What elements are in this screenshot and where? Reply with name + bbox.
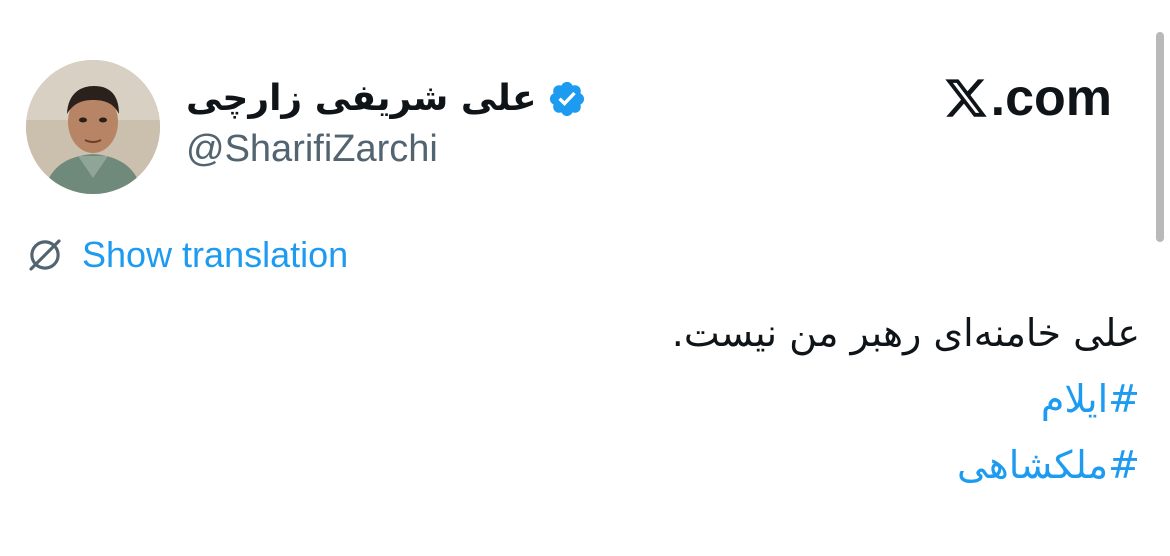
translate-icon [29,239,61,271]
display-name[interactable]: علی شریفی زارچی [186,81,537,117]
x-logo-icon [945,79,987,117]
author-name-row[interactable]: علی شریفی زارچی [186,70,587,128]
brand-watermark: .com [943,72,1112,124]
show-translation-button[interactable]: Show translation [24,234,348,276]
hashtag-link[interactable]: #ملکشاهی [672,432,1140,498]
hashtag-link[interactable]: #ایلام [672,366,1140,432]
scrollbar[interactable] [1156,32,1164,242]
author-handle[interactable]: @SharifiZarchi [186,130,438,168]
tweet-text: علی خامنه‌ای رهبر من نیست. [671,311,1140,355]
tweet-card: علی شریفی زارچی @SharifiZarchi .com Show… [0,0,1170,556]
verified-badge-icon [549,81,584,117]
tweet-body: علی خامنه‌ای رهبر من نیست. #ایلام #ملکشا… [672,300,1140,498]
avatar[interactable] [26,60,160,194]
show-translation-label[interactable]: Show translation [82,237,348,273]
brand-domain: .com [990,69,1112,127]
